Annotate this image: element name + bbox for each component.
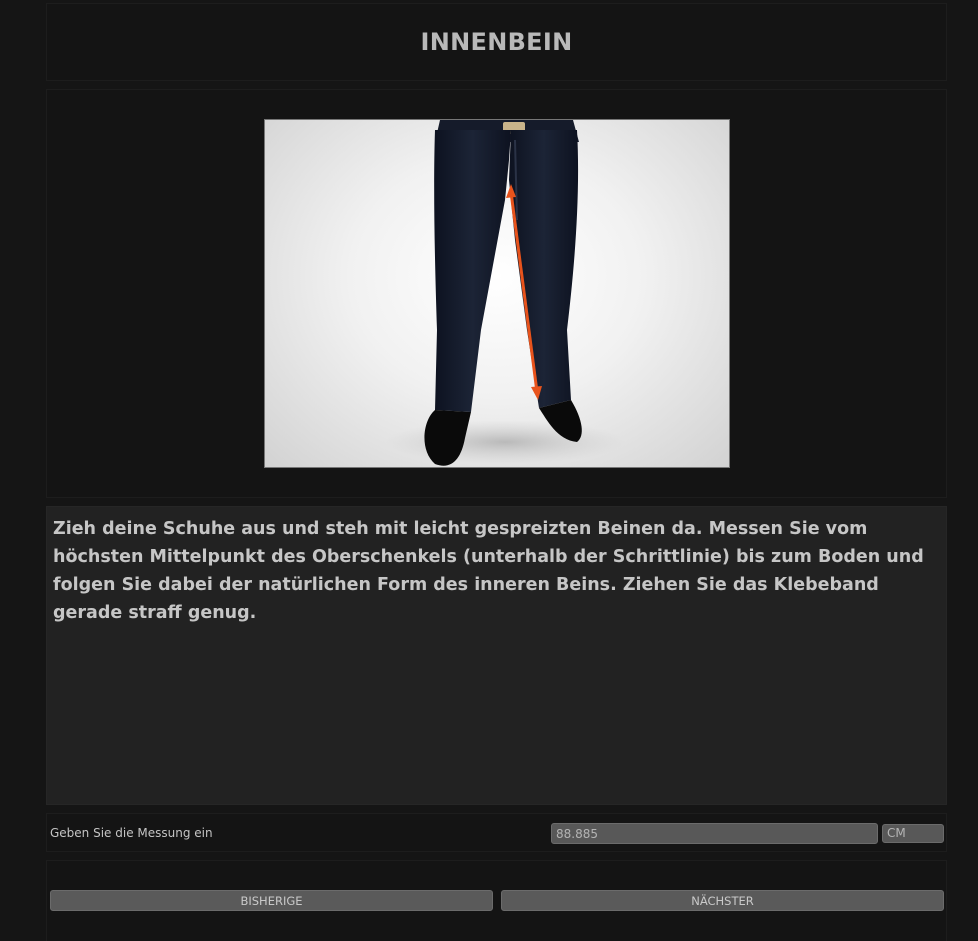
measurement-row: Geben Sie die Messung ein CM xyxy=(46,813,947,852)
measurement-label: Geben Sie die Messung ein xyxy=(50,826,213,840)
unit-select[interactable]: CM xyxy=(882,824,944,843)
page-title: INNENBEIN xyxy=(420,28,573,56)
inseam-measurement-image xyxy=(264,119,730,468)
instructions-panel: Zieh deine Schuhe aus und steh mit leich… xyxy=(46,506,947,805)
next-button[interactable]: NÄCHSTER xyxy=(501,890,944,911)
instructions-text: Zieh deine Schuhe aus und steh mit leich… xyxy=(53,519,924,623)
title-panel: INNENBEIN xyxy=(46,3,947,81)
measurement-input[interactable] xyxy=(551,823,878,844)
previous-button[interactable]: BISHERIGE xyxy=(50,890,493,911)
navigation-row: BISHERIGE NÄCHSTER xyxy=(46,860,947,941)
image-panel xyxy=(46,89,947,498)
